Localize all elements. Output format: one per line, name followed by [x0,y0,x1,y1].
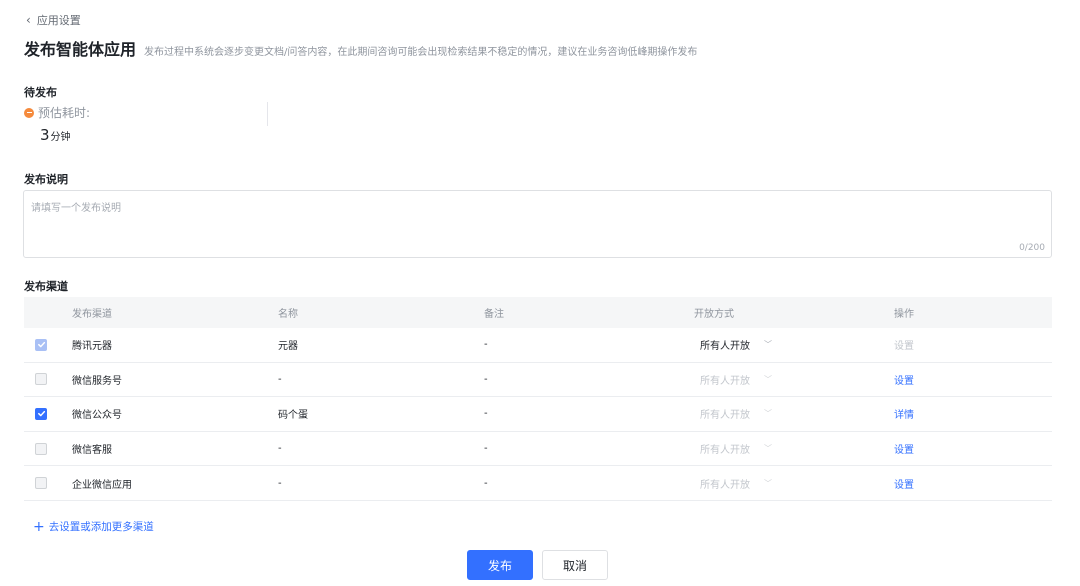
pending-section-label: 待发布 [24,86,57,99]
plus-icon: + [33,518,45,535]
table-row: 腾讯元器 元器 - 所有人开放 ﹀ 设置 [24,328,1052,363]
table-header: 发布渠道 名称 备注 开放方式 操作 [24,297,1052,328]
row-action-link[interactable]: 设置 [894,445,914,456]
open-mode-value: 所有人开放 [700,410,750,422]
open-mode-select[interactable]: 所有人开放 ﹀ [694,337,772,352]
table-row: 企业微信应用 - - 所有人开放 ﹀ 设置 [24,466,1052,501]
estimate-unit: 分钟 [50,132,71,143]
row-action-link: 设置 [894,341,914,353]
check-icon [37,409,46,418]
channel-cell: 微信服务号 [72,375,122,387]
column-header-channel: 发布渠道 [72,309,112,320]
row-checkbox [35,477,47,490]
open-mode-value: 所有人开放 [700,341,750,353]
description-section-label: 发布说明 [24,173,68,186]
note-cell: - [484,408,488,420]
table-row: 微信服务号 - - 所有人开放 ﹀ 设置 [24,363,1052,398]
channel-cell: 微信客服 [72,445,112,457]
estimate-label: 预估耗时: [38,106,91,120]
name-cell: - [278,373,282,385]
row-checkbox[interactable] [35,407,47,420]
open-mode-value: 所有人开放 [700,445,750,457]
row-action-link[interactable]: 详情 [894,410,914,421]
page-title: 发布智能体应用 [24,40,137,59]
row-checkbox [35,338,47,351]
add-more-label: 去设置或添加更多渠道 [48,521,154,533]
check-icon [37,340,46,349]
open-mode-value: 所有人开放 [700,479,750,491]
chevron-down-icon: ﹀ [764,478,772,488]
add-more-channels-link[interactable]: + 去设置或添加更多渠道 [33,519,154,534]
publish-button[interactable]: 发布 [467,550,533,580]
open-mode-select: 所有人开放 ﹀ [694,441,772,456]
column-header-name: 名称 [278,309,298,320]
estimate-number: 3 [40,126,50,144]
name-cell: 码个蛋 [278,410,308,422]
open-mode-select: 所有人开放 ﹀ [694,406,772,421]
estimate-row: 预估耗时: [24,104,90,121]
chevron-left-icon: ‹ [26,13,31,27]
channels-table: 发布渠道 名称 备注 开放方式 操作 腾讯元器 元器 - 所有人开放 ﹀ 设置 微信服务号 -… [24,297,1052,501]
description-field-wrapper: 0/200 [23,190,1052,258]
page-header: 发布智能体应用 发布过程中系统会逐步变更文档/问答内容，在此期间咨询可能会出现检… [24,36,697,60]
note-cell: - [484,477,488,489]
table-body: 腾讯元器 元器 - 所有人开放 ﹀ 设置 微信服务号 - - 所有人开放 ﹀ 设置 微信公众号 码个蛋 - 所… [24,328,1052,501]
name-cell: - [278,443,282,455]
back-label: 应用设置 [36,14,81,27]
chevron-down-icon: ﹀ [764,374,772,384]
chevron-down-icon: ﹀ [764,340,772,350]
channels-section-label: 发布渠道 [24,280,68,293]
name-cell: - [278,477,282,489]
chevron-down-icon: ﹀ [764,409,772,419]
note-cell: - [484,373,488,385]
page-subtitle: 发布过程中系统会逐步变更文档/问答内容，在此期间咨询可能会出现检索结果不稳定的情… [144,47,698,58]
channel-cell: 微信公众号 [72,410,122,422]
minus-circle-icon [24,107,34,118]
column-header-mode: 开放方式 [694,309,734,320]
row-checkbox [35,442,47,455]
name-cell: 元器 [278,341,298,353]
estimate-value: 3 分钟 [40,126,71,144]
row-checkbox [35,373,47,386]
note-cell: - [484,339,488,351]
open-mode-select: 所有人开放 ﹀ [694,476,772,491]
column-header-note: 备注 [484,309,504,320]
cancel-button[interactable]: 取消 [542,550,608,580]
back-link[interactable]: ‹ 应用设置 [26,12,81,28]
table-row: 微信客服 - - 所有人开放 ﹀ 设置 [24,432,1052,467]
table-row: 微信公众号 码个蛋 - 所有人开放 ﹀ 详情 [24,397,1052,432]
note-cell: - [484,443,488,455]
channel-cell: 企业微信应用 [72,479,132,491]
char-counter: 0/200 [1019,243,1045,253]
channel-cell: 腾讯元器 [72,341,112,353]
open-mode-value: 所有人开放 [700,375,750,387]
row-action-link[interactable]: 设置 [894,376,914,387]
chevron-down-icon: ﹀ [764,444,772,454]
row-action-link[interactable]: 设置 [894,480,914,491]
divider [267,102,268,126]
column-header-action: 操作 [894,309,914,320]
open-mode-select: 所有人开放 ﹀ [694,372,772,387]
description-input[interactable] [24,191,1051,257]
